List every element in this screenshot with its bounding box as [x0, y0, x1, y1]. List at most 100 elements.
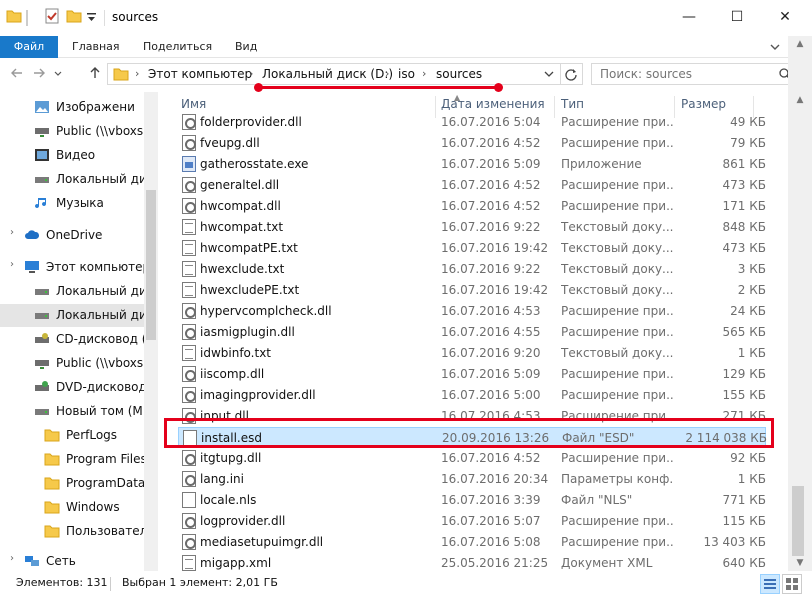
- scroll-up-icon[interactable]: ▲: [788, 36, 812, 52]
- sidebar-item[interactable]: Пользователи: [0, 520, 155, 543]
- file-name: hwcompat.dll: [200, 199, 281, 213]
- file-size: 3 КБ: [737, 262, 766, 276]
- nav-scroll-thumb[interactable]: [146, 190, 156, 340]
- table-row[interactable]: hwcompat.dll 16.07.2016 4:52 Расширение пр…: [178, 196, 766, 217]
- content-scroll-thumb[interactable]: [792, 486, 804, 556]
- maximize-button[interactable]: ☐: [714, 0, 760, 36]
- music-icon: [34, 196, 50, 210]
- file-size: 79 КБ: [730, 136, 766, 150]
- sidebar-item[interactable]: Локальный дис: [0, 280, 153, 303]
- sidebar-item-label: Видео: [56, 148, 96, 162]
- sidebar-item[interactable]: › Сеть: [0, 550, 144, 571]
- tab-share[interactable]: Поделиться: [143, 36, 212, 58]
- sidebar-item[interactable]: Public (\\vboxsrv: [0, 352, 155, 375]
- chevron-right-icon[interactable]: ›: [10, 259, 14, 270]
- chevron-right-icon[interactable]: ›: [10, 227, 14, 238]
- table-row[interactable]: migapp.xml 25.05.2016 21:25 Документ XML 64…: [178, 553, 766, 571]
- file-type: Расширение при...: [561, 178, 673, 192]
- back-arrow-icon[interactable]: [8, 65, 26, 83]
- text-file-icon: [182, 261, 196, 277]
- sidebar-item[interactable]: Windows: [0, 496, 144, 519]
- table-row[interactable]: hwcompat.txt 16.07.2016 9:22 Текстовый док…: [178, 217, 766, 238]
- chevron-down-icon[interactable]: [768, 40, 782, 54]
- file-type: Расширение при...: [561, 451, 673, 465]
- file-date: 16.07.2016 5:00: [441, 388, 541, 402]
- table-row[interactable]: itgtupg.dll 16.07.2016 4:52 Расширение при…: [178, 448, 766, 469]
- minimize-button[interactable]: —: [666, 0, 712, 36]
- table-row[interactable]: lang.ini 16.07.2016 20:34 Параметры конф..…: [178, 469, 766, 490]
- sidebar-item-label: Сеть: [46, 554, 76, 568]
- dll-file-icon: [182, 387, 196, 403]
- search-input[interactable]: [600, 66, 770, 82]
- forward-arrow-icon[interactable]: [30, 65, 48, 83]
- qat-dropdown-icon[interactable]: [86, 8, 98, 28]
- scroll-down-icon[interactable]: ▼: [788, 555, 812, 571]
- scroll-up-icon[interactable]: ▲: [788, 92, 812, 108]
- table-row[interactable]: iasmigplugin.dll 16.07.2016 4:55 Расширени…: [178, 322, 766, 343]
- details-view-button[interactable]: [760, 574, 780, 594]
- file-type: Расширение при...: [561, 136, 673, 150]
- sidebar-item[interactable]: › OneDrive: [0, 224, 144, 247]
- table-row[interactable]: locale.nls 16.07.2016 3:39 Файл "NLS" 771 К…: [178, 490, 766, 511]
- up-arrow-icon[interactable]: [86, 65, 104, 83]
- sidebar-item[interactable]: ProgramData: [0, 472, 145, 495]
- tab-file[interactable]: Файл: [0, 36, 58, 58]
- file-date: 16.07.2016 4:52: [441, 199, 541, 213]
- properties-icon[interactable]: [44, 8, 60, 28]
- tab-home[interactable]: Главная: [72, 36, 120, 58]
- dll-file-icon: [182, 303, 196, 319]
- table-row[interactable]: generaltel.dll 16.07.2016 4:52 Расширение …: [178, 175, 766, 196]
- file-name: locale.nls: [200, 493, 257, 507]
- table-row[interactable]: iiscomp.dll 16.07.2016 5:09 Расширение при…: [178, 364, 766, 385]
- chevron-right-icon[interactable]: ›: [10, 553, 14, 564]
- file-name: hwcompat.txt: [200, 220, 284, 234]
- file-date: 16.07.2016 19:42: [441, 241, 549, 255]
- refresh-icon[interactable]: [564, 67, 578, 81]
- breadcrumb-computer[interactable]: Этот компьютер: [148, 67, 252, 81]
- sidebar-item[interactable]: Program Files: [0, 448, 147, 471]
- new-folder-icon[interactable]: [66, 8, 82, 28]
- sidebar-item[interactable]: Локальный дис: [0, 304, 153, 327]
- qat-divider: [26, 10, 28, 26]
- large-icons-view-button[interactable]: [782, 574, 802, 594]
- table-row[interactable]: folderprovider.dll 16.07.2016 5:04 Расшире…: [178, 112, 766, 133]
- file-size: 861 КБ: [722, 157, 766, 171]
- file-type: Текстовый доку...: [561, 262, 673, 276]
- file-name: iasmigplugin.dll: [200, 325, 295, 339]
- folder-icon[interactable]: [6, 8, 22, 28]
- sidebar-item[interactable]: Public (\\vboxsrv: [0, 120, 155, 143]
- search-box[interactable]: [591, 63, 802, 85]
- address-bar[interactable]: › Этот компьютер › Локальный диск (D:) ›…: [107, 63, 583, 85]
- breadcrumb-sources[interactable]: sources: [436, 67, 482, 81]
- sidebar-item[interactable]: PerfLogs: [0, 424, 144, 447]
- sidebar-item[interactable]: Музыка: [0, 192, 144, 215]
- table-row[interactable]: mediasetupuimgr.dll 16.07.2016 5:08 Расшир…: [178, 532, 766, 553]
- sidebar-item[interactable]: Изображени: [0, 96, 144, 119]
- address-dropdown-icon[interactable]: [542, 67, 556, 81]
- table-row[interactable]: idwbinfo.txt 16.07.2016 9:20 Текстовый док…: [178, 343, 766, 364]
- table-row[interactable]: fveupg.dll 16.07.2016 4:52 Расширение при.…: [178, 133, 766, 154]
- breadcrumb-drive[interactable]: Локальный диск (D:): [262, 67, 393, 81]
- table-row[interactable]: hwexclude.txt 16.07.2016 9:22 Текстовый до…: [178, 259, 766, 280]
- dll-file-icon: [182, 366, 196, 382]
- sidebar-item[interactable]: Локальный дис: [0, 168, 153, 191]
- table-row[interactable]: hwcompatPE.txt 16.07.2016 19:42 Текстовый …: [178, 238, 766, 259]
- status-bar: Элементов: 131 Выбран 1 элемент: 2,01 ГБ: [0, 571, 812, 599]
- table-row[interactable]: hypervcomplcheck.dll 16.07.2016 4:53 Расши…: [178, 301, 766, 322]
- breadcrumb-iso[interactable]: iso: [398, 67, 415, 81]
- sidebar-item[interactable]: DVD-дисковод (: [0, 376, 155, 399]
- tab-view[interactable]: Вид: [235, 36, 257, 58]
- folder-icon: [44, 476, 60, 490]
- sidebar-item[interactable]: › Этот компьютер: [0, 256, 150, 279]
- sidebar-item[interactable]: CD-дисковод (E: [0, 328, 154, 351]
- sidebar-item[interactable]: Новый том (M:): [0, 400, 151, 423]
- table-row[interactable]: hwexcludePE.txt 16.07.2016 19:42 Текстовый…: [178, 280, 766, 301]
- table-row[interactable]: gatherosstate.exe 16.07.2016 5:09 Приложен…: [178, 154, 766, 175]
- table-row[interactable]: logprovider.dll 16.07.2016 5:07 Расширение…: [178, 511, 766, 532]
- close-button[interactable]: ✕: [762, 0, 808, 36]
- file-date: 16.07.2016 5:08: [441, 535, 541, 549]
- sidebar-item[interactable]: Видео: [0, 144, 144, 167]
- file-icon: [182, 492, 196, 508]
- table-row[interactable]: imagingprovider.dll 16.07.2016 5:00 Расшир…: [178, 385, 766, 406]
- recent-dropdown-icon[interactable]: [52, 65, 64, 83]
